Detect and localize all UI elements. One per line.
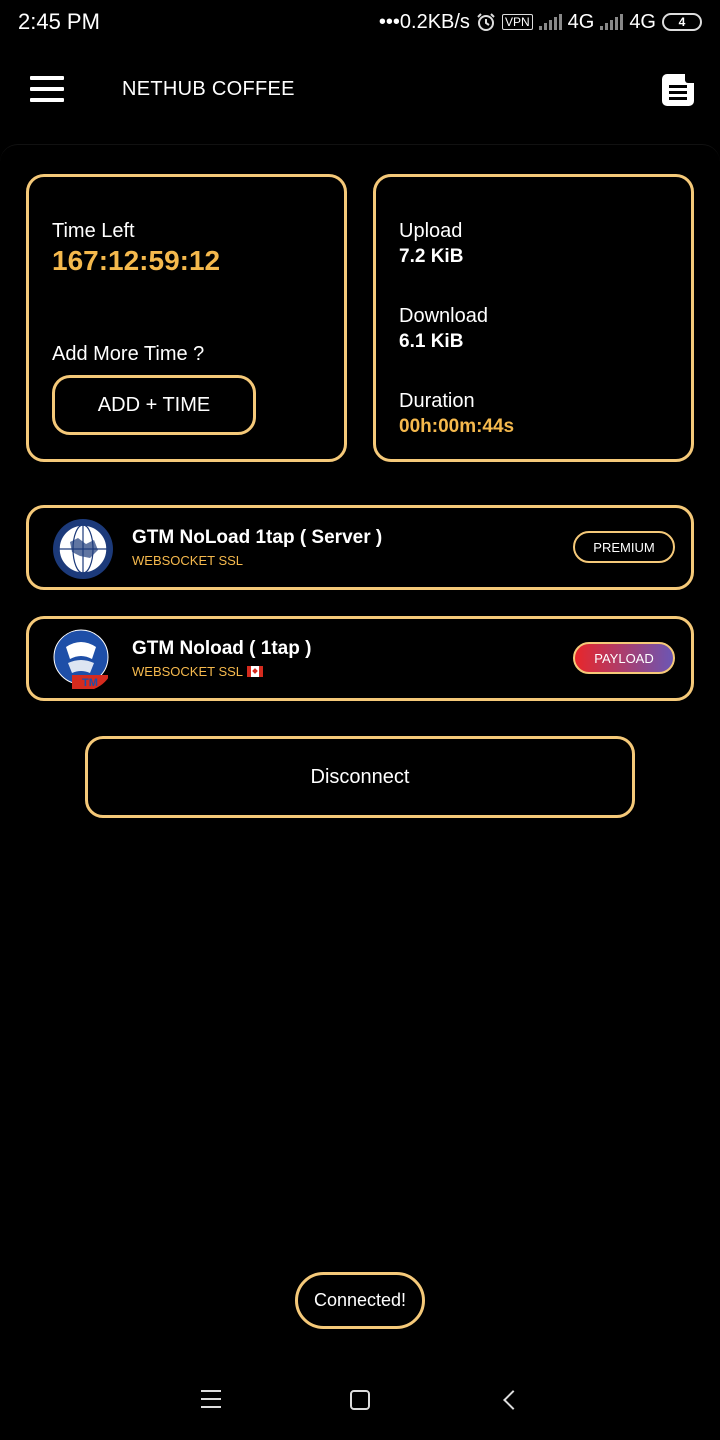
vpn-icon: VPN bbox=[501, 14, 533, 30]
status-bar: 2:45 PM •••0.2KB/s VPN 4G 4G 4 bbox=[0, 0, 720, 44]
home-icon[interactable] bbox=[345, 1386, 375, 1416]
network-speed: •••0.2KB/s bbox=[378, 10, 470, 33]
navigation-bar bbox=[0, 1360, 720, 1440]
download-value: 6.1 KiB bbox=[399, 331, 464, 352]
premium-badge[interactable]: PREMIUM bbox=[573, 531, 675, 563]
stats-card: Upload 7.2 KiB Download 6.1 KiB Duration… bbox=[373, 174, 694, 462]
gtm-logo-icon: TM bbox=[53, 629, 109, 689]
main-content: Time Left 167:12:59:12 Add More Time ? A… bbox=[0, 144, 720, 1359]
time-left-value: 167:12:59:12 bbox=[52, 245, 221, 276]
payload-badge[interactable]: PAYLOAD bbox=[573, 642, 675, 674]
server-name: GTM Noload ( 1tap ) bbox=[132, 638, 312, 659]
svg-text:TM: TM bbox=[82, 677, 98, 689]
server-protocol-row: WEBSOCKET SSL bbox=[132, 664, 264, 679]
canada-flag-icon bbox=[247, 666, 264, 677]
back-icon[interactable] bbox=[496, 1386, 526, 1416]
server-item-premium[interactable]: GTM NoLoad 1tap ( Server ) WEBSOCKET SSL… bbox=[26, 505, 694, 590]
network-type-2: 4G bbox=[629, 10, 656, 33]
document-icon[interactable] bbox=[662, 74, 694, 106]
battery-icon: 4 bbox=[662, 13, 702, 31]
signal-icon-2 bbox=[600, 14, 624, 30]
time-left-card: Time Left 167:12:59:12 Add More Time ? A… bbox=[26, 174, 347, 462]
status-time: 2:45 PM bbox=[18, 9, 100, 34]
recent-apps-icon[interactable] bbox=[196, 1386, 226, 1416]
alarm-icon bbox=[477, 13, 495, 31]
time-left-label: Time Left bbox=[52, 220, 135, 242]
add-time-button[interactable]: ADD + TIME bbox=[52, 375, 256, 435]
connection-status-toast: Connected! bbox=[295, 1272, 425, 1329]
upload-value: 7.2 KiB bbox=[399, 246, 464, 267]
server-item-payload[interactable]: TM GTM Noload ( 1tap ) WEBSOCKET SSL PAY… bbox=[26, 616, 694, 701]
server-name: GTM NoLoad 1tap ( Server ) bbox=[132, 527, 383, 548]
server-protocol: WEBSOCKET SSL bbox=[132, 664, 244, 679]
globe-server-icon bbox=[53, 519, 113, 579]
status-icons: •••0.2KB/s VPN 4G 4G 4 bbox=[379, 11, 702, 34]
server-protocol: WEBSOCKET SSL bbox=[132, 553, 244, 568]
add-more-time-label: Add More Time ? bbox=[52, 343, 205, 365]
download-label: Download bbox=[399, 305, 488, 327]
duration-value: 00h:00m:44s bbox=[399, 416, 515, 437]
app-bar: NETHUB COFFEE bbox=[0, 60, 720, 120]
upload-label: Upload bbox=[399, 220, 463, 242]
signal-icon bbox=[538, 14, 562, 30]
network-type-1: 4G bbox=[567, 10, 595, 33]
disconnect-button[interactable]: Disconnect bbox=[85, 736, 635, 818]
hamburger-menu-icon[interactable] bbox=[30, 76, 64, 102]
app-title: NETHUB COFFEE bbox=[122, 78, 295, 100]
duration-label: Duration bbox=[399, 390, 475, 412]
